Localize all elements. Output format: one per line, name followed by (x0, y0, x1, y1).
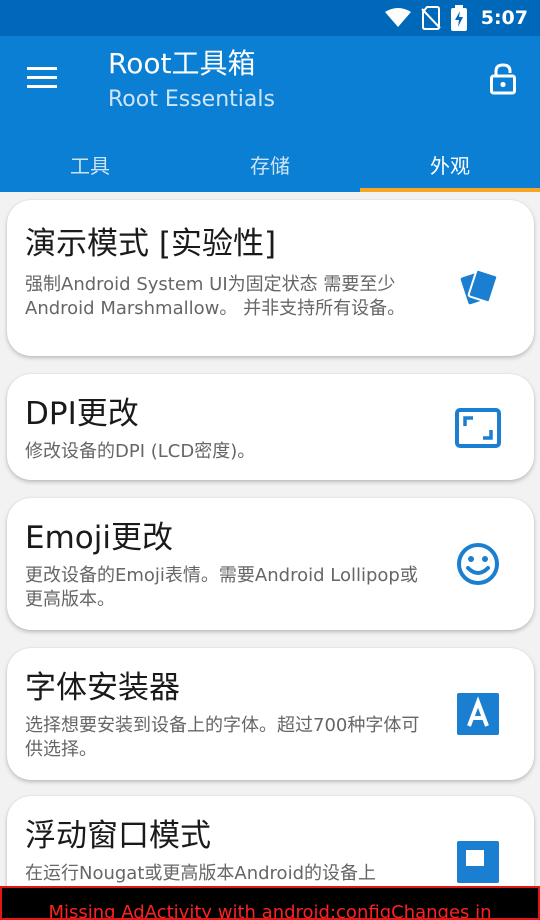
lock-open-icon (490, 63, 516, 95)
menu-icon (27, 67, 57, 88)
app-subtitle: Root Essentials (108, 87, 275, 112)
card-desc: 在运行Nougat或更高版本Android的设备上 (25, 863, 376, 884)
app-titles: Root工具箱 Root Essentials (108, 46, 275, 116)
tab-storage[interactable]: 存储 (180, 136, 360, 192)
tab-appearance[interactable]: 外观 (360, 136, 540, 192)
card-title: Emoji更改 (25, 520, 173, 556)
window-icon (454, 838, 502, 886)
card-desc: 强制Android System UI为固定状态 需要至少Android Mar… (25, 274, 406, 319)
no-sim-icon (421, 6, 441, 30)
card-demo-mode[interactable]: 演示模式 [实验性] 强制Android System UI为固定状态 需要至少… (7, 200, 534, 356)
battery-charging-icon (450, 5, 467, 31)
card-desc: 选择想要安装到设备上的字体。超过700种字体可供选择。 (25, 715, 420, 760)
card-dpi[interactable]: DPI更改 修改设备的DPI (LCD密度)。 (7, 374, 534, 480)
aspect-ratio-icon (454, 404, 502, 452)
card-emoji[interactable]: Emoji更改 更改设备的Emoji表情。需要Android Lollipop或… (7, 498, 534, 630)
tab-bar: 工具 存储 外观 (0, 136, 540, 192)
card-list: 演示模式 [实验性] 强制Android System UI为固定状态 需要至少… (0, 192, 540, 886)
menu-button[interactable] (22, 58, 62, 98)
lock-button[interactable] (486, 60, 520, 98)
status-bar: 5:07 (0, 0, 540, 36)
tab-tools[interactable]: 工具 (0, 136, 180, 192)
font-icon (454, 690, 502, 738)
app-bar: Root工具箱 Root Essentials 工具 存储 外观 (0, 36, 540, 192)
card-font-installer[interactable]: 字体安装器 选择想要安装到设备上的字体。超过700种字体可供选择。 (7, 648, 534, 780)
card-floating-window[interactable]: 浮动窗口模式 在运行Nougat或更高版本Android的设备上 (7, 796, 534, 886)
wifi-icon (384, 8, 411, 27)
card-desc: 修改设备的DPI (LCD密度)。 (25, 441, 256, 462)
cards-icon (454, 262, 502, 310)
status-time: 5:07 (480, 7, 528, 29)
smiley-icon (454, 540, 502, 588)
card-desc: 更改设备的Emoji表情。需要Android Lollipop或更高版本。 (25, 565, 418, 610)
app-title: Root工具箱 (108, 47, 256, 80)
card-title: 浮动窗口模式 (25, 818, 211, 854)
ad-error-banner: Missing AdActivity with android:configCh… (0, 886, 540, 920)
card-title: 字体安装器 (25, 670, 180, 706)
card-title: DPI更改 (25, 396, 139, 432)
card-title: 演示模式 [实验性] (25, 226, 277, 262)
